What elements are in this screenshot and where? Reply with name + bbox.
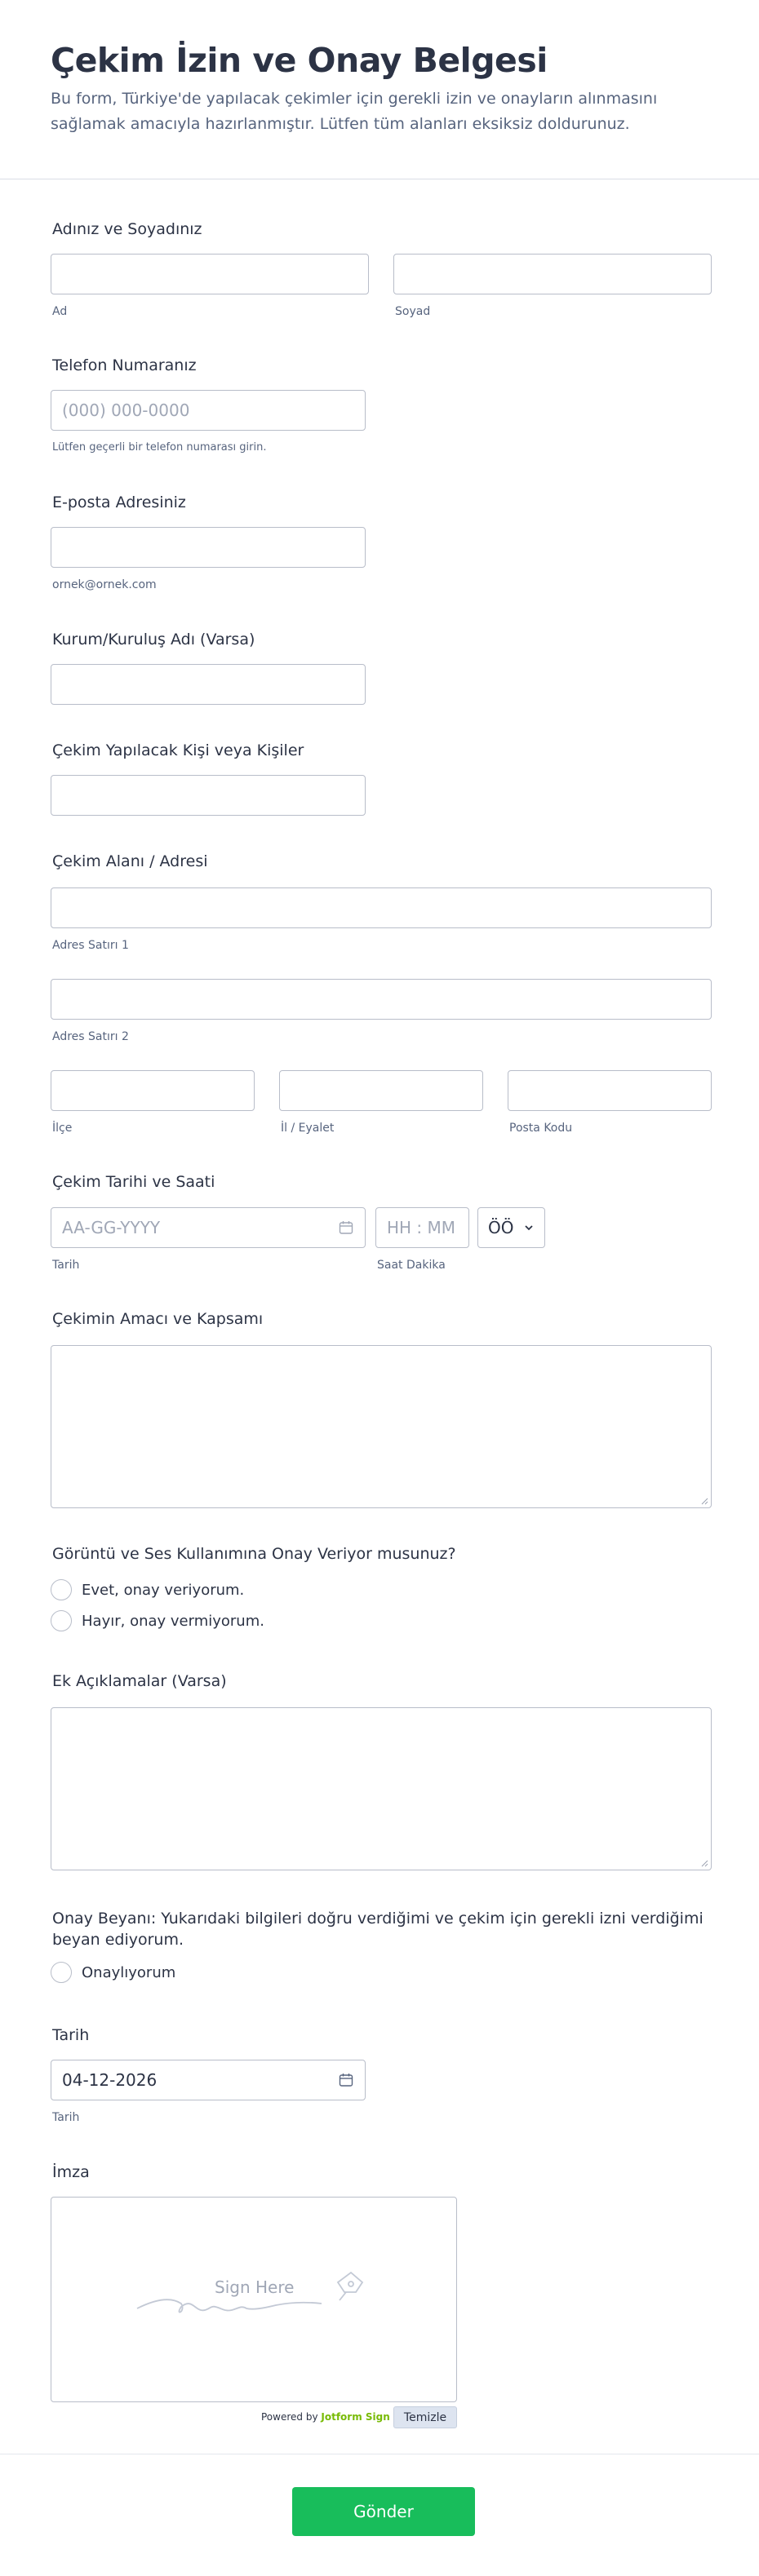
district-sublabel: İlçe [52, 1122, 73, 1135]
form-header: Çekim İzin ve Onay Belgesi Bu form, Türk… [0, 0, 759, 179]
purpose-textarea[interactable] [51, 1345, 712, 1508]
email-input[interactable] [51, 527, 366, 568]
declaration-option-label: Onaylıyorum [82, 1963, 176, 1981]
last-name-sublabel: Soyad [395, 305, 431, 318]
last-name-input[interactable] [393, 254, 712, 294]
radio-button[interactable] [51, 1610, 72, 1631]
date-label: Tarih [52, 2026, 90, 2044]
name-label: Adınız ve Soyadınız [52, 220, 202, 238]
consent-yes-label: Evet, onay veriyorum. [82, 1581, 245, 1599]
province-input[interactable] [279, 1070, 483, 1111]
postal-code-sublabel: Posta Kodu [509, 1122, 573, 1135]
powered-by-prefix: Powered by [261, 2411, 318, 2423]
phone-hint: Lütfen geçerli bir telefon numarası giri… [52, 441, 267, 454]
datetime-label: Çekim Tarihi ve Saati [52, 1173, 215, 1191]
shoot-date-input[interactable]: AA-GG-YYYY [51, 1207, 366, 1248]
address-line2-sublabel: Adres Satırı 2 [52, 1030, 129, 1043]
purpose-label: Çekimin Amacı ve Kapsamı [52, 1310, 264, 1328]
consent-no-label: Hayır, onay vermiyorum. [82, 1612, 264, 1630]
shoot-time-sublabel: Saat Dakika [377, 1259, 446, 1272]
consent-media-label: Görüntü ve Ses Kullanımına Onay Veriyor … [52, 1545, 456, 1563]
date-input[interactable]: 04-12-2026 [51, 2060, 366, 2100]
first-name-input[interactable] [51, 254, 369, 294]
ampm-value: ÖÖ [488, 1218, 514, 1237]
radio-button[interactable] [51, 1962, 72, 1983]
phone-label: Telefon Numaranız [52, 356, 197, 374]
declaration-option[interactable]: Onaylıyorum [51, 1961, 175, 1984]
page-title: Çekim İzin ve Onay Belgesi [51, 41, 548, 80]
province-sublabel: İl / Eyalet [281, 1122, 335, 1135]
persons-label: Çekim Yapılacak Kişi veya Kişiler [52, 741, 304, 759]
organization-input[interactable] [51, 664, 366, 705]
date-value: 04-12-2026 [62, 2070, 158, 2090]
persons-input[interactable] [51, 775, 366, 816]
ampm-select[interactable]: ÖÖ [477, 1207, 545, 1248]
organization-label: Kurum/Kuruluş Adı (Varsa) [52, 631, 255, 648]
phone-placeholder: (000) 000-0000 [62, 401, 190, 420]
address-line1-sublabel: Adres Satırı 1 [52, 939, 129, 952]
declaration-label: Onay Beyanı: Yukarıdaki bilgileri doğru … [52, 1910, 704, 1949]
calendar-icon[interactable] [339, 2073, 353, 2087]
notes-textarea[interactable] [51, 1707, 712, 1870]
consent-no-option[interactable]: Hayır, onay vermiyorum. [51, 1609, 264, 1632]
radio-button[interactable] [51, 1579, 72, 1600]
powered-by-brand: Jotform Sign [321, 2411, 390, 2423]
shoot-date-sublabel: Tarih [52, 1259, 80, 1272]
email-label: E-posta Adresiniz [52, 494, 186, 511]
notes-label: Ek Açıklamalar (Varsa) [52, 1672, 227, 1690]
submit-button[interactable]: Gönder [292, 2487, 475, 2536]
email-hint: ornek@ornek.com [52, 578, 157, 591]
address-label: Çekim Alanı / Adresi [52, 852, 208, 870]
consent-yes-option[interactable]: Evet, onay veriyorum. [51, 1578, 244, 1601]
district-input[interactable] [51, 1070, 255, 1111]
shoot-date-placeholder: AA-GG-YYYY [62, 1218, 161, 1237]
address-line1-input[interactable] [51, 887, 712, 928]
resize-handle-icon[interactable] [701, 1498, 708, 1505]
address-line2-input[interactable] [51, 979, 712, 1020]
shoot-time-placeholder: HH : MM [387, 1218, 456, 1237]
chevron-down-icon [525, 1225, 533, 1231]
signature-placeholder: Sign Here [215, 2277, 295, 2297]
clear-signature-button[interactable]: Temizle [393, 2406, 457, 2428]
phone-input[interactable]: (000) 000-0000 [51, 390, 366, 431]
shoot-time-input[interactable]: HH : MM [375, 1207, 469, 1248]
resize-handle-icon[interactable] [701, 1860, 708, 1867]
signature-label: İmza [52, 2163, 90, 2181]
powered-by: Powered by Jotform Sign [261, 2411, 390, 2423]
date-sublabel: Tarih [52, 2111, 80, 2124]
first-name-sublabel: Ad [52, 305, 68, 318]
calendar-icon[interactable] [339, 1220, 353, 1235]
page-subtitle: Bu form, Türkiye'de yapılacak çekimler i… [51, 90, 658, 133]
postal-code-input[interactable] [508, 1070, 712, 1111]
